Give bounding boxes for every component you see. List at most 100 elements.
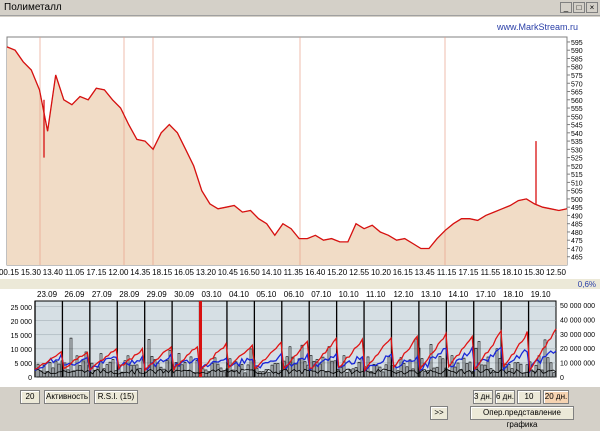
right-tick-label: 10 000 000 <box>560 361 595 368</box>
date-tick-label: 23.09 <box>37 290 58 299</box>
minimize-button[interactable]: _ <box>560 2 572 13</box>
price-tick-label: 490 <box>571 213 583 220</box>
price-tick-label: 575 <box>571 73 583 80</box>
left-tick-label: 5 000 <box>14 361 32 368</box>
time-tick-label: 10.45 <box>218 268 239 277</box>
price-tick-label: 595 <box>571 40 583 47</box>
time-tick-label: 11.35 <box>284 268 304 277</box>
time-tick-label: 15.30 <box>21 268 42 277</box>
time-tick-label: 12.50 <box>546 268 567 277</box>
price-tick-label: 540 <box>571 131 583 138</box>
price-tick-label: 530 <box>571 147 583 154</box>
percent-label: 0,6% <box>577 280 596 289</box>
price-tick-label: 480 <box>571 230 583 237</box>
time-tick-label: 17.15 <box>458 268 479 277</box>
price-tick-label: 590 <box>571 48 583 55</box>
time-tick-label: 10.20 <box>371 268 392 277</box>
control-bar: 20 Активность R.S.I. (15) 3 дн. 6 дн. 10… <box>0 387 600 429</box>
time-tick-label: 17.15 <box>86 268 107 277</box>
time-tick-label: 15.20 <box>327 268 348 277</box>
time-tick-label: 16.50 <box>240 268 261 277</box>
time-tick-label: 13.20 <box>196 268 217 277</box>
left-tick-label: 10 000 <box>11 347 33 354</box>
price-tick-label: 465 <box>571 255 583 262</box>
price-tick-label: 525 <box>571 156 583 163</box>
price-tick-label: 520 <box>571 164 583 171</box>
price-tick-label: 560 <box>571 98 583 105</box>
price-tick-label: 570 <box>571 81 583 88</box>
range-3d-button[interactable]: 3 дн. <box>473 390 493 404</box>
activity-chart: 23.09 26.09 27.09 28.09 29.09 30.09 03.10 04.10… <box>0 289 600 387</box>
date-tick-label: 12.10 <box>393 290 414 299</box>
time-tick-label: 11.55 <box>481 268 501 277</box>
price-tick-label: 580 <box>571 65 583 72</box>
date-tick-label: 28.09 <box>119 290 140 299</box>
oper-view-button[interactable]: Опер.представление графика <box>470 406 574 429</box>
time-tick-label: 15.30 <box>524 268 545 277</box>
price-tick-label: 485 <box>571 222 583 229</box>
price-tick-label: 505 <box>571 189 583 196</box>
right-tick-label: 40 000 000 <box>560 317 595 324</box>
price-tick-label: 510 <box>571 180 583 187</box>
date-tick-label: 11.10 <box>366 290 386 299</box>
forward-button[interactable]: >> <box>430 406 448 420</box>
time-tick-label: 16.15 <box>393 268 414 277</box>
activity-button[interactable]: Активность <box>44 390 90 404</box>
date-tick-label: 03.10 <box>202 290 223 299</box>
date-tick-label: 10.10 <box>339 290 360 299</box>
right-tick-label: 30 000 000 <box>560 332 595 339</box>
time-tick-label: 11.05 <box>65 268 85 277</box>
period-input[interactable]: 20 <box>20 390 40 404</box>
time-tick-label: 11.15 <box>437 268 457 277</box>
left-tick-label: 0 <box>28 375 32 382</box>
price-tick-label: 500 <box>571 197 583 204</box>
left-tick-label: 20 000 <box>11 319 33 326</box>
maximize-button[interactable]: □ <box>573 2 585 13</box>
range-10d-button[interactable]: 10 дн. <box>517 390 541 413</box>
date-tick-label: 05.10 <box>256 290 277 299</box>
time-tick-label: 14.35 <box>130 268 151 277</box>
range-20d-button[interactable]: 20 дн. <box>543 390 569 404</box>
rsi-button[interactable]: R.S.I. (15) <box>94 390 138 404</box>
price-tick-label: 495 <box>571 205 583 212</box>
date-tick-label: 19.10 <box>531 290 552 299</box>
price-chart: www.MarkStream.ru 595590585 580575570 56556… <box>0 17 600 279</box>
date-tick-label: 04.10 <box>229 290 250 299</box>
date-tick-label: 29.09 <box>147 290 168 299</box>
price-tick-label: 515 <box>571 172 583 179</box>
close-button[interactable]: × <box>586 2 598 13</box>
time-tick-label: 12.55 <box>349 268 370 277</box>
date-tick-label: 13.10 <box>421 290 442 299</box>
time-tick-label: 13.45 <box>415 268 436 277</box>
date-tick-label: 07.10 <box>311 290 332 299</box>
time-tick-label: 16.40 <box>305 268 326 277</box>
date-tick-label: 27.09 <box>92 290 113 299</box>
price-tick-label: 545 <box>571 123 583 130</box>
time-tick-label: 00.15 <box>0 268 20 277</box>
date-tick-label: 18.10 <box>503 290 524 299</box>
time-tick-label: 18.10 <box>502 268 523 277</box>
range-6d-button[interactable]: 6 дн. <box>495 390 515 404</box>
price-tick-label: 555 <box>571 106 583 113</box>
date-tick-label: 30.09 <box>174 290 195 299</box>
time-tick-label: 13.40 <box>43 268 64 277</box>
right-tick-label: 50 000 000 <box>560 303 595 310</box>
date-tick-label: 14.10 <box>448 290 469 299</box>
website-label: www.MarkStream.ru <box>496 22 578 32</box>
price-tick-label: 550 <box>571 114 583 121</box>
time-tick-label: 14.10 <box>262 268 283 277</box>
right-tick-label: 0 <box>560 375 564 382</box>
left-tick-label: 15 000 <box>11 333 33 340</box>
date-tick-label: 17.10 <box>476 290 497 299</box>
time-tick-label: 18.15 <box>152 268 173 277</box>
time-tick-label: 12.00 <box>108 268 129 277</box>
price-tick-label: 585 <box>571 56 583 63</box>
right-tick-label: 20 000 000 <box>560 346 595 353</box>
price-tick-label: 535 <box>571 139 583 146</box>
title-bar: Полиметалл _ □ × <box>0 0 600 16</box>
date-tick-label: 26.09 <box>64 290 85 299</box>
price-tick-label: 475 <box>571 238 583 245</box>
time-tick-label: 16.05 <box>174 268 195 277</box>
price-tick-label: 470 <box>571 246 583 253</box>
date-tick-label: 06.10 <box>284 290 305 299</box>
